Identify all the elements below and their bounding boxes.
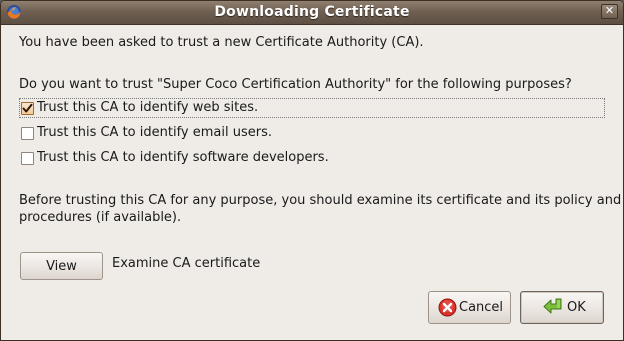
checkbox-identify-web-sites[interactable]: Trust this CA to identify web sites. [19, 98, 605, 118]
cancel-button-label: Cancel [459, 300, 504, 315]
intro-text: You have been asked to trust a new Certi… [19, 35, 424, 50]
title-bar[interactable]: Downloading Certificate ✕ [1, 1, 623, 25]
window-title: Downloading Certificate [214, 4, 410, 20]
checkbox-unchecked[interactable] [21, 152, 34, 165]
cancel-icon [438, 298, 457, 321]
ok-button-label: OK [567, 300, 586, 315]
cancel-button[interactable]: Cancel [428, 291, 511, 324]
view-button-label: View [46, 259, 77, 274]
checkbox-label: Trust this CA to identify software devel… [37, 150, 329, 165]
close-icon: ✕ [604, 4, 615, 17]
advice-text-line-1: Before trusting this CA for any purpose,… [19, 193, 622, 208]
view-caption: Examine CA certificate [112, 256, 261, 271]
view-button[interactable]: View [20, 252, 103, 280]
close-button[interactable]: ✕ [601, 4, 618, 19]
trust-question: Do you want to trust "Super Coco Certifi… [19, 77, 572, 92]
checkbox-label: Trust this CA to identify email users. [37, 125, 272, 140]
checkbox-label: Trust this CA to identify web sites. [37, 100, 259, 115]
checkbox-checked[interactable] [21, 102, 34, 115]
checkmark-icon [22, 103, 33, 113]
checkbox-identify-email-users[interactable]: Trust this CA to identify email users. [19, 124, 419, 144]
ok-button[interactable]: OK [520, 291, 604, 324]
checkbox-identify-software-developers[interactable]: Trust this CA to identify software devel… [19, 149, 419, 169]
certificate-dialog: Downloading Certificate ✕ You have been … [0, 0, 624, 341]
checkbox-unchecked[interactable] [21, 127, 34, 140]
advice-text-line-2: procedures (if available). [19, 210, 182, 225]
ok-arrow-icon [542, 298, 566, 322]
